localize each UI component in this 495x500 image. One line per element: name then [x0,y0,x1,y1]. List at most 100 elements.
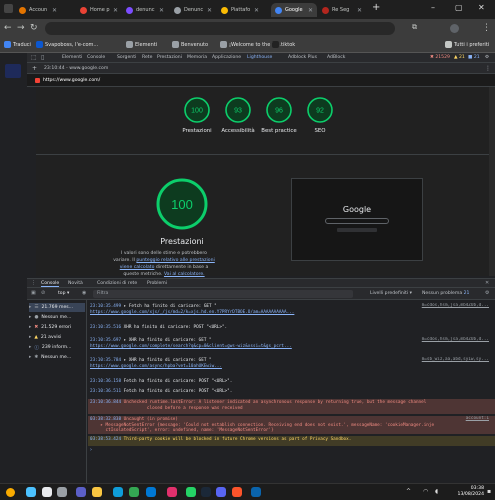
console-prompt[interactable]: › [90,447,92,453]
console-message[interactable]: 23:10:35.784 ▸ XHR ha finito di caricare… [88,357,495,375]
tab-search-icon[interactable] [4,4,13,13]
devtools-tab[interactable]: Memoria [187,55,207,60]
message-url[interactable]: https://www.google.com/async/hpba?vet=10… [90,364,222,369]
tab-close-icon[interactable]: ✕ [207,7,212,14]
console-message[interactable]: 23:10:35.499 ▸ Fetch ha finito di carica… [88,303,495,321]
devtools-tab[interactable]: Elementi [62,55,82,60]
report-menu-icon[interactable]: ⋮ [485,65,491,72]
expand-arrow-icon[interactable]: ▸ [29,325,31,330]
new-tab-button[interactable]: + [372,2,380,13]
volume-icon[interactable]: ◖ [435,488,438,495]
sidebar-toggle-icon[interactable]: ▣ [31,290,36,296]
drawer-tab[interactable]: Problemi [147,281,167,286]
tab-close-icon[interactable]: ✕ [357,7,362,14]
reload-icon[interactable]: ↻ [30,23,38,33]
tab-2[interactable]: Home p ✕ [76,3,122,17]
console-message[interactable]: 23:10:36.511 Fetch ha finito di caricare… [88,388,495,398]
expand-arrow-icon[interactable]: ▸ [29,335,31,340]
tab-close-icon[interactable]: ✕ [52,7,57,14]
expand-arrow-icon[interactable]: ▸ [29,305,31,310]
console-sidebar-item[interactable]: ▸ ▲ 21 avvisi [29,333,85,342]
score-gauge[interactable]: 96 [265,96,293,124]
discord-icon[interactable] [216,487,226,497]
start-icon[interactable] [26,487,36,497]
tab-close-icon[interactable]: ✕ [159,7,164,14]
devtools-tab[interactable]: Adblock Plus [288,55,317,60]
weather-icon[interactable] [6,488,15,497]
live-expression-icon[interactable]: ◉ [82,290,86,296]
bookmark-item[interactable]: tiktok [272,41,295,48]
console-message[interactable]: 23:10:36.158 Fetch ha finito di caricare… [88,378,495,388]
maximize-button[interactable]: ▢ [455,3,463,12]
message-source[interactable]: m=cdos,hsm,jsa,mb4ZUb,d... [422,303,489,309]
wifi-icon[interactable]: ◠ [423,488,428,495]
console-sidebar-item[interactable]: ▸ ✖ 21.529 errori [29,323,85,332]
bookmark-item[interactable]: Benvenuto [172,41,208,48]
tab-close-icon[interactable]: ✕ [254,7,259,14]
report-scrollbar[interactable] [489,87,495,276]
profile-avatar[interactable] [450,24,459,33]
drawer-tab[interactable]: Console [41,281,60,287]
bookmark-item[interactable]: Elementi [126,41,157,48]
console-message[interactable]: 03:38:32.838 Uncaught (in promise) ▸ Mes… [88,416,495,434]
new-report-icon[interactable]: + [32,65,37,72]
device-toolbar-icon[interactable]: ▯ [41,54,44,61]
console-settings-icon[interactable]: ⚙ [485,290,489,296]
console-sidebar-item[interactable]: ▸ ⓘ 239 inform... [29,343,85,352]
search-icon[interactable] [42,487,52,497]
message-url[interactable]: https://www.google.com/xjs/_/js/md=2/k=x… [90,310,294,315]
edge-icon[interactable] [113,487,123,497]
console-sidebar-item[interactable]: ▸ ☰ 21.769 mes... [29,303,85,312]
message-source[interactable]: account:1 [466,416,489,422]
warning-count[interactable]: ▲ 21 [454,55,465,60]
inspect-icon[interactable]: ⬚ [31,54,37,61]
filter-input[interactable]: Filtra [93,290,353,298]
brave-icon[interactable] [232,487,242,497]
chrome-icon[interactable] [129,487,139,497]
drawer-tab[interactable]: Condizioni di rete [97,281,137,286]
report-selector[interactable]: 23:10:44 - www.google.com [44,66,108,71]
file-explorer-icon[interactable] [92,487,102,497]
issues-count[interactable]: ■ 21 [468,55,480,60]
message-source[interactable]: m=cdos,hsm,jsa,mb4ZUb,d... [422,337,489,343]
report-url[interactable]: https://www.google.com/ [43,78,100,83]
instagram-icon[interactable] [167,487,177,497]
tab-4[interactable]: Denunc ✕ [170,3,216,17]
console-message[interactable]: 23:10:36.844 Unchecked runtime.lastError… [88,399,495,414]
tray-chevron-icon[interactable]: ^ [406,488,411,495]
devtools-tab[interactable]: Applicazione [212,55,241,60]
drawer-menu-icon[interactable]: ⋮ [31,280,36,286]
steam-icon[interactable] [201,487,211,497]
expand-arrow-icon[interactable]: ▸ [29,345,31,350]
console-message[interactable]: 03:38:53.424 Third-party cookie will be … [88,436,495,446]
context-selector[interactable]: top ▾ [58,291,69,296]
devtools-tab[interactable]: Prestazioni [157,55,182,60]
console-message[interactable]: 23:10:35.516 XHR ha finito di caricare: … [88,324,495,334]
clear-console-icon[interactable]: ⊘ [41,290,45,296]
tab-close-icon[interactable]: ✕ [308,7,313,14]
drawer-tab[interactable]: Novità [68,281,83,286]
extensions-icon[interactable]: ⧉ [412,23,417,32]
message-source[interactable]: m=sb_wiz,aa,abd,sy1w,sy... [422,357,489,363]
expand-arrow-icon[interactable]: ▸ [29,315,31,320]
settings-icon[interactable]: ⚙ [485,55,489,60]
close-window-button[interactable]: ✕ [478,3,485,12]
minimize-button[interactable]: – [431,3,435,12]
task-view-icon[interactable] [57,487,67,497]
back-icon[interactable]: ← [4,23,12,33]
message-url[interactable]: https://www.google.com/complete/search?q… [90,344,292,349]
devtools-tab[interactable]: Console [87,55,105,60]
all-bookmarks[interactable]: Tutti i preferiti [445,41,489,48]
tab-5[interactable]: Piattafo ✕ [217,3,263,17]
mail-icon[interactable] [146,487,156,497]
score-gauge[interactable]: 92 [306,96,334,124]
devtools-tab[interactable]: AdBlock [327,55,345,60]
tab-3[interactable]: denunc ✕ [122,3,168,17]
log-levels-dropdown[interactable]: Livelli predefiniti ▾ [370,291,412,296]
expand-arrow-icon[interactable]: ▸ [29,355,31,360]
tab-7[interactable]: Re Seg ✕ [318,3,366,17]
score-gauge[interactable]: 93 [224,96,252,124]
drawer-close-icon[interactable]: ✕ [485,280,489,286]
tab-6[interactable]: Google ✕ [271,3,317,17]
calculator-link[interactable]: Vai al calcolatore. [164,272,205,277]
